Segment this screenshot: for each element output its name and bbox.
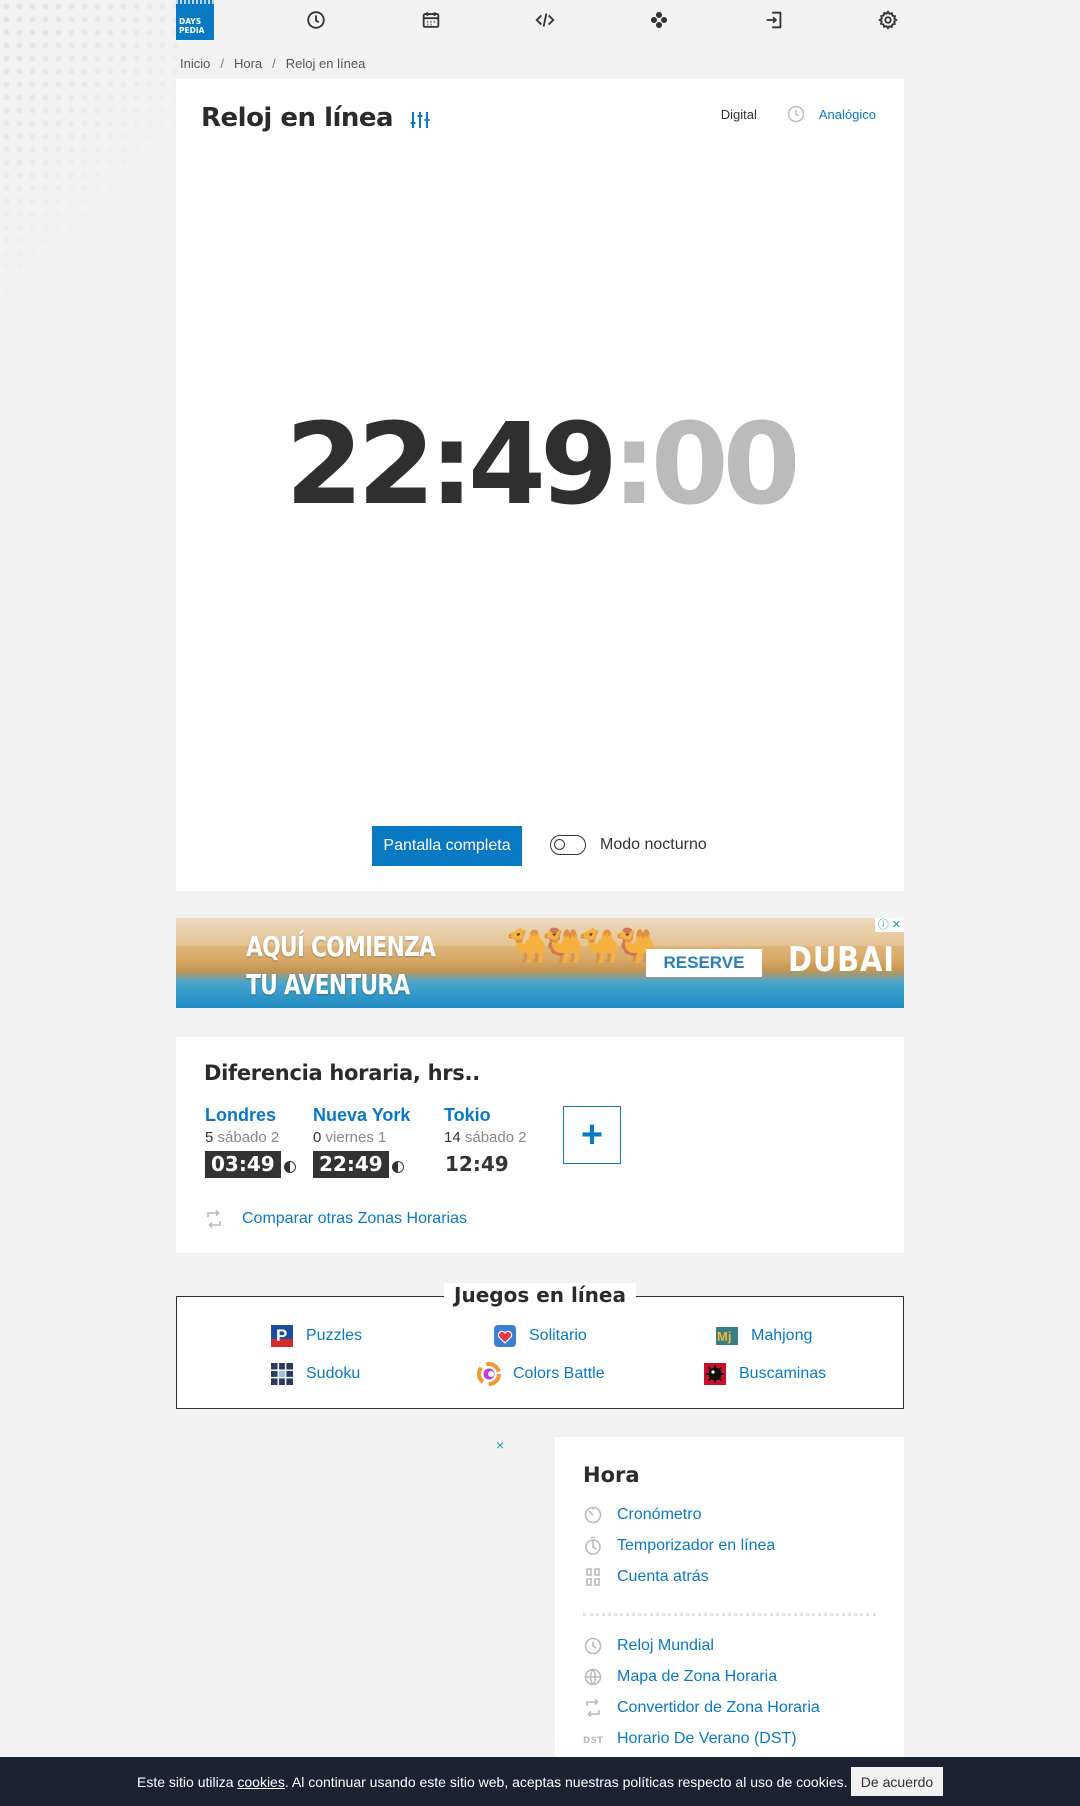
settings-sliders-icon[interactable] bbox=[409, 109, 431, 131]
city-time: 22:49 bbox=[313, 1151, 389, 1178]
minesweeper-icon bbox=[704, 1363, 726, 1385]
game-solitaire[interactable]: Solitario bbox=[493, 1324, 587, 1348]
puzzles-icon: P bbox=[271, 1325, 293, 1347]
clock-icon[interactable] bbox=[304, 8, 328, 32]
page-title: Reloj en línea bbox=[201, 103, 394, 133]
night-moon-icon bbox=[391, 1160, 404, 1173]
countdown-icon bbox=[583, 1567, 603, 1587]
background-dot-pattern bbox=[0, 0, 180, 300]
city-name[interactable]: Londres bbox=[205, 1105, 296, 1126]
ad-headline: AQUÍ COMIENZA TU AVENTURA bbox=[246, 930, 436, 1001]
night-mode-toggle[interactable] bbox=[550, 835, 586, 855]
accept-cookies-button[interactable]: De acuerdo bbox=[851, 1767, 943, 1796]
calendar-icon[interactable] bbox=[419, 8, 443, 32]
cookie-policy-link[interactable]: cookies bbox=[237, 1774, 284, 1790]
city-offset: 0 bbox=[313, 1129, 322, 1146]
city-day: viernes 1 bbox=[325, 1129, 387, 1146]
ad-banner[interactable]: 🐪🐫🐪🐫 AQUÍ COMIENZA TU AVENTURA RESERVE D… bbox=[176, 918, 904, 1008]
city-day: sábado 2 bbox=[217, 1129, 280, 1146]
breadcrumb-home[interactable]: Inicio bbox=[180, 56, 210, 71]
svg-text:Mj: Mj bbox=[717, 1329, 731, 1344]
mode-digital[interactable]: Digital bbox=[721, 107, 757, 122]
city-nueva-york: Nueva York 0 viernes 1 22:49 bbox=[313, 1105, 410, 1178]
camels-illustration: 🐪🐫🐪🐫 bbox=[506, 927, 657, 965]
game-puzzles[interactable]: P Puzzles bbox=[270, 1324, 362, 1348]
sudoku-icon bbox=[271, 1363, 293, 1385]
city-offset: 5 bbox=[205, 1129, 214, 1146]
analog-clock-icon bbox=[787, 105, 805, 123]
game-colors-battle[interactable]: Colors Battle bbox=[477, 1362, 605, 1386]
ad-info-close-icon[interactable]: ⓘ ✕ bbox=[874, 918, 904, 932]
add-city-button[interactable]: + bbox=[563, 1106, 621, 1164]
breadcrumb-separator: / bbox=[220, 56, 224, 71]
svg-text:DST: DST bbox=[583, 1736, 603, 1746]
games-title: Juegos en línea bbox=[444, 1283, 636, 1307]
mode-analog[interactable]: Analógico bbox=[819, 107, 876, 122]
night-mode-control[interactable]: Modo nocturno bbox=[550, 835, 707, 855]
city-day: sábado 2 bbox=[464, 1129, 527, 1146]
globe-icon bbox=[583, 1667, 603, 1687]
sidebar-item-countdown[interactable]: Cuenta atrás bbox=[583, 1567, 709, 1587]
sidebar-hora: Hora Cronómetro Temporizador en línea Cu… bbox=[555, 1437, 904, 1806]
cookie-text: Este sitio utiliza cookies. Al continuar… bbox=[137, 1773, 848, 1790]
code-icon[interactable] bbox=[533, 8, 557, 32]
sidebar-item-timezone-map[interactable]: Mapa de Zona Horaria bbox=[583, 1667, 777, 1687]
svg-text:P: P bbox=[276, 1326, 287, 1345]
ad-brand-logo: DUBAI bbox=[788, 940, 895, 980]
clock-seconds: 00 bbox=[650, 400, 801, 530]
world-clock-icon bbox=[583, 1636, 603, 1656]
clock-hours-minutes: 22:49 bbox=[285, 400, 618, 530]
breadcrumb-hora[interactable]: Hora bbox=[234, 56, 262, 71]
digital-clock: 22:49:00 bbox=[176, 409, 904, 521]
breadcrumb-separator: / bbox=[272, 56, 276, 71]
clock-card: Reloj en línea Digital Analógico 22:49:0… bbox=[176, 79, 904, 891]
top-nav: DAYS PEDIA bbox=[176, 0, 904, 40]
sidebar-item-timezone-converter[interactable]: Convertidor de Zona Horaria bbox=[583, 1698, 820, 1718]
cookie-consent-bar: Este sitio utiliza cookies. Al continuar… bbox=[0, 1757, 1080, 1806]
game-sudoku[interactable]: Sudoku bbox=[270, 1362, 360, 1386]
convert-icon bbox=[583, 1698, 603, 1718]
ad-reserve-button[interactable]: RESERVE bbox=[646, 949, 762, 977]
timer-icon bbox=[583, 1536, 603, 1556]
night-moon-icon bbox=[283, 1160, 296, 1173]
time-difference-card: Diferencia horaria, hrs.. Londres 5 sába… bbox=[176, 1037, 904, 1253]
city-time: 03:49 bbox=[205, 1151, 281, 1178]
city-offset: 14 bbox=[444, 1129, 461, 1146]
sidebar-title: Hora bbox=[583, 1463, 640, 1487]
ad-close-icon[interactable]: × bbox=[496, 1437, 504, 1453]
stopwatch-icon bbox=[583, 1505, 603, 1525]
city-londres: Londres 5 sábado 2 03:49 bbox=[205, 1105, 296, 1178]
games-icon[interactable] bbox=[647, 8, 671, 32]
fullscreen-button[interactable]: Pantalla completa bbox=[372, 826, 522, 866]
sidebar-item-stopwatch[interactable]: Cronómetro bbox=[583, 1505, 701, 1525]
sidebar-divider bbox=[583, 1613, 876, 1616]
login-icon[interactable] bbox=[762, 8, 786, 32]
night-mode-label: Modo nocturno bbox=[600, 836, 707, 853]
sidebar-item-world-clock[interactable]: Reloj Mundial bbox=[583, 1636, 714, 1656]
compare-timezones-link[interactable]: Comparar otras Zonas Horarias bbox=[204, 1209, 467, 1229]
online-games-box: Juegos en línea P Puzzles Solitario Mj M… bbox=[176, 1283, 904, 1409]
city-name[interactable]: Nueva York bbox=[313, 1105, 410, 1126]
settings-icon[interactable] bbox=[876, 8, 900, 32]
clock-separator: : bbox=[611, 400, 657, 530]
clock-mode-switch: Digital Analógico bbox=[721, 105, 876, 123]
city-name[interactable]: Tokio bbox=[444, 1105, 527, 1126]
colors-battle-icon bbox=[477, 1362, 501, 1386]
breadcrumb: Inicio / Hora / Reloj en línea bbox=[176, 56, 904, 71]
time-difference-title: Diferencia horaria, hrs.. bbox=[204, 1061, 480, 1085]
sidebar-item-timer[interactable]: Temporizador en línea bbox=[583, 1536, 775, 1556]
solitaire-icon bbox=[494, 1325, 516, 1347]
city-time: 12:49 bbox=[445, 1152, 509, 1176]
dst-icon: DST bbox=[583, 1729, 603, 1749]
breadcrumb-current: Reloj en línea bbox=[285, 56, 366, 71]
city-tokio: Tokio 14 sábado 2 12:49 bbox=[444, 1105, 527, 1178]
convert-icon bbox=[207, 1209, 221, 1229]
site-logo[interactable]: DAYS PEDIA bbox=[176, 0, 214, 40]
game-mahjong[interactable]: Mj Mahjong bbox=[715, 1324, 812, 1348]
mahjong-icon: Mj bbox=[716, 1327, 738, 1345]
game-minesweeper[interactable]: Buscaminas bbox=[703, 1362, 826, 1386]
sidebar-item-dst[interactable]: DST Horario De Verano (DST) bbox=[583, 1729, 797, 1749]
